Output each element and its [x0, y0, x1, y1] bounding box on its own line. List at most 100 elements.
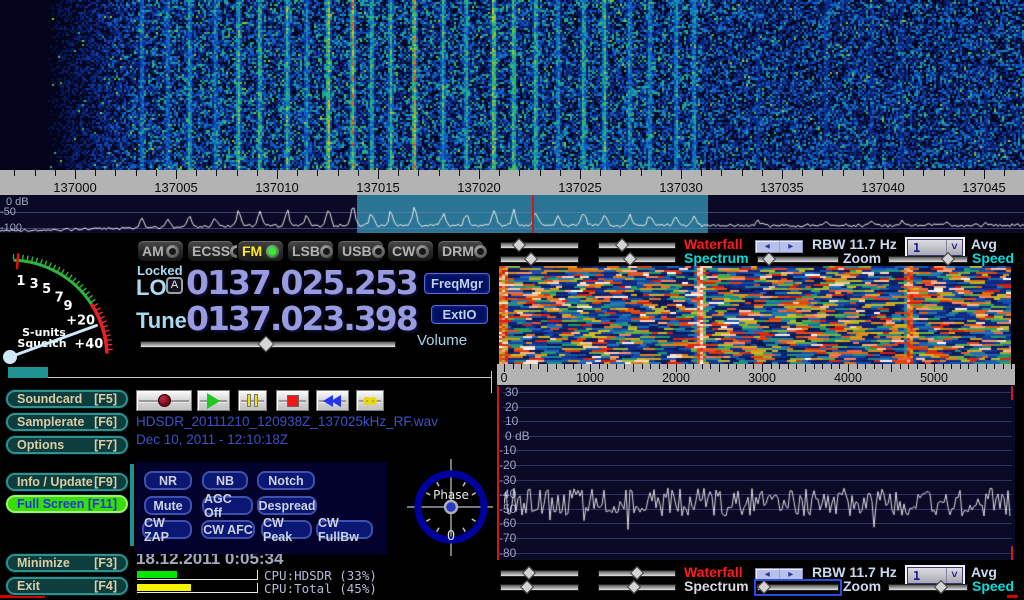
scale-tick	[667, 364, 668, 369]
svg-text:7: 7	[55, 290, 64, 305]
spectrum-brightness-slider-track	[500, 256, 579, 263]
scale-tick	[564, 364, 565, 369]
waterfall-brightness-slider[interactable]	[500, 239, 579, 252]
scale-label: 137035	[750, 180, 814, 194]
zoom-slider[interactable]	[757, 253, 839, 266]
waterfall-scroll[interactable]: ◂▸	[755, 240, 803, 253]
scale-tick	[788, 364, 789, 369]
extio-button[interactable]: ExtIO	[431, 305, 488, 324]
scale-tick	[753, 364, 754, 369]
info-update-button[interactable]: Info / Update[F9]	[6, 473, 128, 491]
loop-button[interactable]	[356, 390, 384, 411]
dsp-button-cw-afc[interactable]: CW AFC	[201, 520, 255, 539]
audio-frequency-scale[interactable]: 010002000300040005000	[497, 364, 1015, 385]
slider-thumb[interactable]	[941, 252, 955, 266]
exit-button[interactable]: Exit[F4]	[6, 577, 128, 595]
slider-thumb[interactable]	[757, 580, 771, 594]
scale-tick	[822, 364, 823, 369]
options-button[interactable]: Options[F7]	[6, 436, 128, 454]
slider-thumb[interactable]	[934, 580, 948, 594]
slider-thumb[interactable]	[615, 238, 629, 252]
lo-frequency-display[interactable]: 0137.025.253	[186, 266, 417, 299]
spectrum-db-label: -100	[0, 222, 42, 233]
spectrum-contrast-slider[interactable]	[598, 253, 676, 266]
play-button[interactable]	[197, 390, 230, 411]
tune-cursor[interactable]	[532, 195, 534, 233]
frequency-scale[interactable]: 1370001370051370101370151370201370251370…	[0, 170, 1024, 195]
spectrum-brightness-slider[interactable]	[500, 581, 579, 594]
slider-thumb[interactable]	[627, 580, 641, 594]
dsp-button-nr[interactable]: NR	[144, 471, 192, 490]
main-waterfall[interactable]	[0, 0, 1024, 170]
dsp-button-cw-peak[interactable]: CW Peak	[261, 520, 312, 539]
mode-label: LSB	[292, 243, 320, 259]
mode-button-lsb[interactable]: LSB	[287, 240, 334, 262]
scale-tick	[721, 170, 722, 176]
slider-thumb[interactable]	[522, 566, 536, 580]
mode-button-fm[interactable]: FM	[237, 240, 284, 262]
dsp-button-agc-off[interactable]: AGC Off	[202, 496, 253, 515]
volume-slider[interactable]	[140, 338, 396, 352]
slider-thumb[interactable]	[623, 252, 637, 266]
dsp-button-cw-zap[interactable]: CW ZAP	[142, 520, 192, 539]
record-button[interactable]	[136, 390, 192, 411]
samplerate-button[interactable]: Samplerate[F6]	[6, 413, 128, 431]
speed-slider[interactable]	[888, 253, 968, 266]
dsp-button-nb[interactable]: NB	[202, 471, 248, 490]
scale-tick	[977, 364, 978, 372]
full-screen-button[interactable]: Full Screen[F11]	[6, 495, 128, 513]
mode-button-ecss[interactable]: ECSS	[187, 240, 234, 262]
mode-button-cw[interactable]: CW	[387, 240, 434, 262]
stop-button[interactable]	[276, 390, 309, 411]
zoom-slider[interactable]	[757, 581, 839, 594]
scale-tick	[702, 364, 703, 369]
scale-tick	[762, 170, 763, 176]
scroll-right-icon[interactable]: ▸	[780, 241, 803, 252]
volume-thumb[interactable]	[258, 336, 275, 353]
scale-tick	[616, 364, 617, 369]
speed-slider[interactable]	[888, 581, 968, 594]
mode-button-drm[interactable]: DRM	[437, 240, 484, 262]
dsp-button-cw-fullbw[interactable]: CW FullBw	[316, 520, 373, 539]
scroll-left-icon[interactable]: ◂	[756, 241, 780, 252]
waterfall-brightness-slider[interactable]	[500, 567, 579, 580]
mode-button-usb[interactable]: USB	[337, 240, 384, 262]
hdsdr-window: Locked LO A 0137.025.253 Tune 0137.023.3…	[0, 0, 1024, 600]
cpu-total-bar	[137, 583, 258, 593]
waterfall-brightness-slider-track	[500, 570, 579, 577]
pause-button[interactable]	[238, 390, 267, 411]
audio-spectrum[interactable]: 3020100 dB-10-20-30-40-50-60-70-80	[497, 386, 1015, 560]
slider-thumb[interactable]	[630, 566, 644, 580]
freqmgr-button[interactable]: FreqMgr	[424, 273, 490, 294]
lo-lock-badge-icon[interactable]: A	[166, 277, 183, 294]
audio-waterfall[interactable]	[499, 266, 1011, 364]
button-hotkey: [F6]	[94, 415, 117, 429]
mode-button-am[interactable]: AM	[137, 240, 184, 262]
scale-tick	[600, 170, 601, 176]
tune-frequency-display[interactable]: 0137.023.398	[186, 302, 417, 335]
waterfall-contrast-slider[interactable]	[598, 567, 676, 580]
spectrum-brightness-slider[interactable]	[500, 253, 579, 266]
spectrum-contrast-slider[interactable]	[598, 581, 676, 594]
slider-thumb[interactable]	[762, 252, 776, 266]
scale-tick	[891, 364, 892, 372]
scale-tick	[257, 170, 258, 176]
slider-thumb[interactable]	[520, 580, 534, 594]
scale-tick	[459, 170, 460, 176]
main-spectrum[interactable]: 0 dB-50-100	[0, 195, 1024, 233]
soundcard-button[interactable]: Soundcard[F5]	[6, 390, 128, 408]
dsp-button-despread[interactable]: Despread	[257, 496, 317, 515]
dsp-button-mute[interactable]: Mute	[144, 496, 192, 515]
slider-thumb[interactable]	[512, 238, 526, 252]
lo-label: LO	[136, 275, 167, 301]
minimize-button[interactable]: Minimize[F3]	[6, 554, 128, 572]
cpu-total-fill	[137, 584, 191, 591]
svg-text:5: 5	[42, 282, 51, 297]
slider-thumb[interactable]	[524, 252, 538, 266]
rewind-button[interactable]	[316, 390, 349, 411]
waterfall-contrast-slider[interactable]	[598, 239, 676, 252]
scale-tick	[994, 364, 995, 369]
scale-tick	[176, 170, 177, 179]
scale-label: 137040	[851, 180, 915, 194]
dsp-button-notch[interactable]: Notch	[257, 471, 315, 490]
